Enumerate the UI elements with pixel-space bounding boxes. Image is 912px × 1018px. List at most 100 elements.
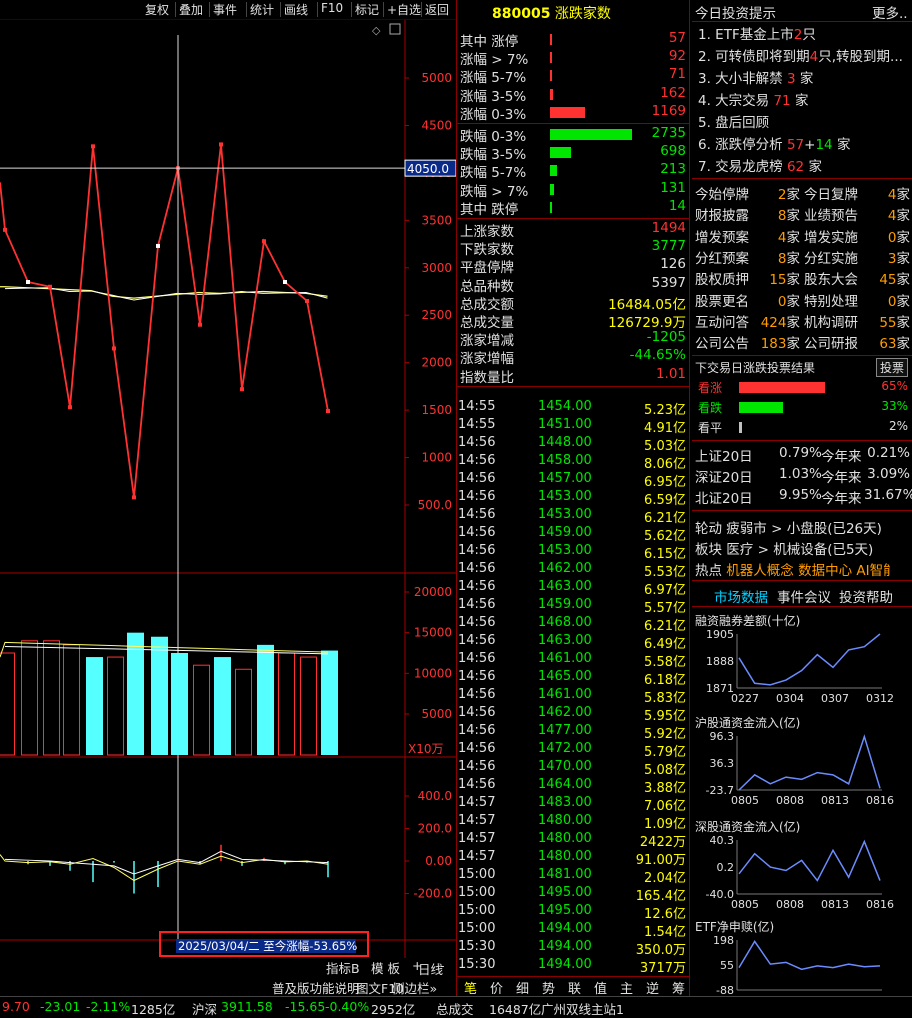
price-point <box>156 243 160 248</box>
bottom-link-2[interactable]: 侧边栏» <box>392 978 437 997</box>
event-label[interactable]: 互动问答 <box>695 311 749 331</box>
detail-tab-4[interactable]: 联 <box>568 978 581 997</box>
tick-count: 1453.00 <box>538 507 592 522</box>
dist-row: 跌幅 0-3% 2735 <box>458 125 688 145</box>
status-item: 3911.58 <box>221 999 273 1014</box>
event-count: 4家 <box>752 226 800 246</box>
market-tab-0[interactable]: 市场数据 <box>714 586 768 606</box>
event-label[interactable]: 增发预案 <box>695 226 749 246</box>
diamond-icon[interactable]: ◇ <box>372 24 381 37</box>
indicator-tab-0[interactable]: 指标B <box>326 958 360 977</box>
hot-topic[interactable]: 数据中心 <box>798 563 856 579</box>
tip-item[interactable]: 4. 大宗交易 71 家 <box>698 89 808 109</box>
event-label[interactable]: 股东大会 <box>804 268 858 288</box>
event-number: 4 <box>887 208 897 225</box>
volume-bar <box>257 644 274 755</box>
toolbar-btn-7[interactable]: +自选 <box>387 1 421 18</box>
tip-item[interactable]: 5. 盘后回顾 <box>698 111 769 131</box>
dist-value: 14 <box>668 197 686 214</box>
event-number: 0 <box>887 229 897 246</box>
event-label[interactable]: 机构调研 <box>804 311 858 331</box>
event-label[interactable]: 今日复牌 <box>804 183 858 203</box>
mini-chart[interactable]: 96.3 36.3 -23.70805 0808 0813 0816 <box>692 730 912 812</box>
event-count: 4家 <box>862 183 910 203</box>
dist-label: 涨幅 3-5% <box>460 88 527 105</box>
rotation-line[interactable]: 板块 医疗 > 机械设备(已5天) <box>695 538 873 558</box>
toolbar-sep <box>175 2 176 17</box>
market-tab-1[interactable]: 事件会议 <box>777 586 831 606</box>
hot-topic[interactable]: AI智能体 <box>856 559 890 579</box>
event-count: 15家 <box>752 268 800 288</box>
dist-value: 1169 <box>651 102 686 119</box>
event-label[interactable]: 股票更名 <box>695 290 749 310</box>
stat-label: 总成交额 <box>460 296 514 313</box>
vote-button[interactable]: 投票 <box>876 358 909 377</box>
price-point <box>132 495 136 500</box>
mini-chart[interactable]: 40.3 0.2 -40.00805 0808 0813 0816 <box>692 834 912 916</box>
indicator-tab-2[interactable]: + <box>412 958 422 973</box>
tip-item[interactable]: 2. 可转债即将到期4只,转股到期... <box>698 45 903 65</box>
window-icon[interactable] <box>389 23 401 35</box>
tip-num: 1. <box>698 27 716 43</box>
event-label[interactable]: 今始停牌 <box>695 183 749 203</box>
toolbar-btn-3[interactable]: 统计 <box>250 1 274 18</box>
event-number: 3 <box>887 250 897 267</box>
event-label[interactable]: 公司研报 <box>804 332 858 352</box>
tick-count: 1461.00 <box>538 651 592 666</box>
tip-item[interactable]: 1. ETF基金上市2只 <box>698 23 816 43</box>
toolbar-btn-1[interactable]: 叠加 <box>179 1 203 18</box>
event-label[interactable]: 特别处理 <box>804 290 858 310</box>
tick-amount: 5.23亿 <box>644 403 686 418</box>
toolbar-btn-5[interactable]: F10 <box>321 1 343 15</box>
detail-tab-5[interactable]: 值 <box>594 978 607 997</box>
detail-tab-2[interactable]: 细 <box>516 978 529 997</box>
more-link[interactable]: 更多.. <box>872 2 908 22</box>
volume-tick-label: 15000 <box>414 626 452 640</box>
tick-time: 14:56 <box>458 669 496 684</box>
toolbar-btn-4[interactable]: 画线 <box>284 1 308 18</box>
mini-chart[interactable]: 1905 1888 18710227 0304 0307 0312 <box>692 628 912 710</box>
detail-tab-8[interactable]: 筹 <box>672 978 685 997</box>
detail-tab-6[interactable]: 主 <box>620 978 633 997</box>
toolbar-btn-2[interactable]: 事件 <box>213 1 237 18</box>
dist-value: 57 <box>668 30 686 46</box>
detail-tab-0[interactable]: 笔 <box>464 978 477 997</box>
indicator-tab-1[interactable]: 模 板 <box>371 958 400 977</box>
event-label[interactable]: 股权质押 <box>695 268 749 288</box>
bottom-link-0[interactable]: 普及版功能说明 <box>272 978 360 997</box>
tip-item[interactable]: 6. 涨跌停分析 57+14 家 <box>698 133 850 153</box>
event-count: 2家 <box>752 183 800 203</box>
mini-chart[interactable]: 198 55 -88 <box>692 934 912 994</box>
market-tab-2[interactable]: 投资帮助 <box>839 586 893 606</box>
price-tick-label: 1500 <box>421 403 452 417</box>
detail-tab-7[interactable]: 逆 <box>646 978 659 997</box>
event-label[interactable]: 财报披露 <box>695 204 749 224</box>
tip-item[interactable]: 7. 交易龙虎榜 62 家 <box>698 155 822 175</box>
event-label[interactable]: 公司公告 <box>695 332 749 352</box>
detail-tab-1[interactable]: 价 <box>490 978 503 997</box>
event-unit: 家 <box>786 336 801 353</box>
tick-row: 14:56 1448.00 5.03亿 <box>458 435 688 454</box>
index-name: 上证20日 <box>695 449 753 465</box>
hot-topic[interactable]: 机器人概念 <box>726 563 798 579</box>
toolbar-btn-8[interactable]: 返回 <box>425 1 449 18</box>
ind-tick-label: 200.0 <box>418 822 452 836</box>
tick-time: 14:57 <box>458 813 496 828</box>
toolbar-btn-0[interactable]: 复权 <box>145 1 169 18</box>
event-label[interactable]: 增发实施 <box>804 226 858 246</box>
hot-line[interactable]: 热点 机器人概念 数据中心 AI智能体 <box>695 559 890 579</box>
tick-time: 14:56 <box>458 507 496 522</box>
rotation-line[interactable]: 轮动 疲弱市 > 小盘股(已26天) <box>695 517 882 537</box>
event-label[interactable]: 分红实施 <box>804 247 858 267</box>
indicator-tab-3[interactable]: - <box>440 958 445 973</box>
tip-item[interactable]: 3. 大小非解禁 3 家 <box>698 67 813 87</box>
price-point <box>305 298 309 303</box>
kline-chart[interactable]: ◇500045004000350030002500200015001000500… <box>0 20 456 958</box>
detail-tab-3[interactable]: 势 <box>542 978 555 997</box>
toolbar-btn-6[interactable]: 标记 <box>355 1 379 18</box>
event-label[interactable]: 分红预案 <box>695 247 749 267</box>
tick-amount: 5.53亿 <box>644 565 686 580</box>
price-point <box>198 322 202 327</box>
event-label[interactable]: 业绩预告 <box>804 204 858 224</box>
tick-row: 15:00 1481.00 2.04亿 <box>458 867 688 886</box>
